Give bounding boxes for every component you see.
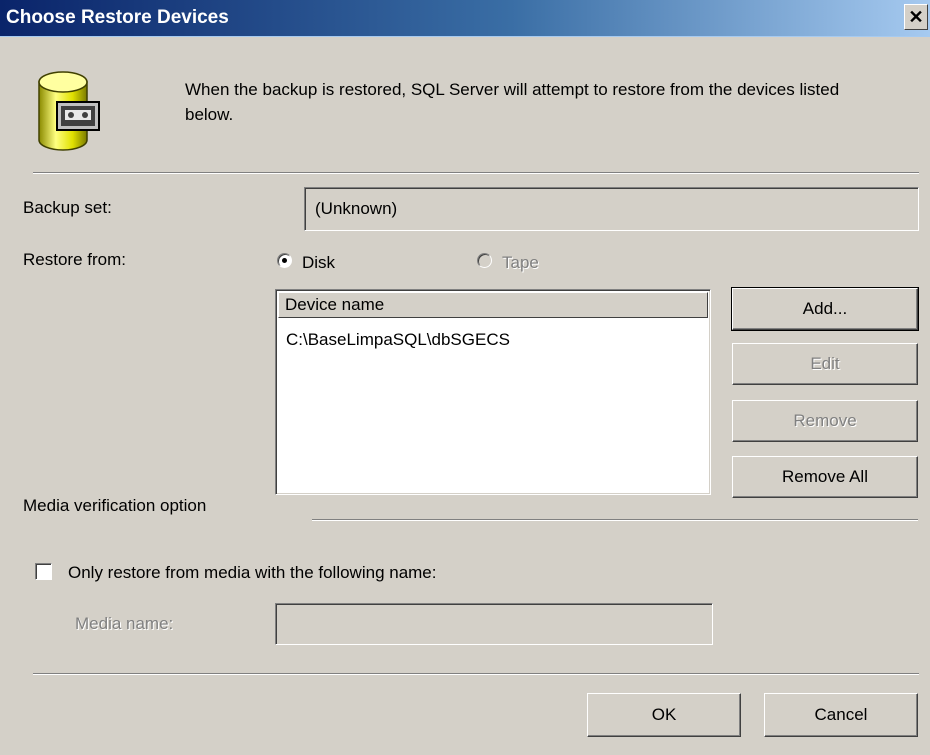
close-icon: ✕: [908, 7, 924, 27]
media-verification-separator: [312, 519, 918, 521]
remove-all-button[interactable]: Remove All: [732, 456, 918, 498]
database-tape-icon: [38, 71, 100, 151]
tape-radio-label: Tape: [502, 253, 539, 272]
cancel-button[interactable]: Cancel: [764, 693, 918, 737]
only-restore-checkbox[interactable]: [35, 563, 52, 580]
media-verification-label: Media verification option: [23, 496, 207, 515]
ok-button[interactable]: OK: [587, 693, 741, 737]
backup-set-label: Backup set:: [23, 198, 112, 217]
device-list[interactable]: Device name C:\BaseLimpaSQL\dbSGECS: [275, 289, 711, 495]
bottom-separator: [33, 673, 919, 675]
only-restore-checkbox-label[interactable]: Only restore from media with the followi…: [68, 563, 437, 583]
restore-from-label: Restore from:: [23, 250, 126, 269]
backup-set-value: (Unknown): [315, 199, 398, 218]
media-name-input[interactable]: [275, 603, 713, 645]
device-name-column-header[interactable]: Device name: [278, 292, 708, 318]
edit-button[interactable]: Edit: [732, 343, 918, 385]
media-name-label: Media name:: [75, 614, 174, 633]
top-separator: [33, 172, 919, 174]
disk-radio[interactable]: [277, 253, 292, 268]
title-bar: Choose Restore Devices ✕: [0, 0, 930, 37]
add-button[interactable]: Add...: [731, 287, 919, 331]
window-title: Choose Restore Devices: [6, 7, 229, 28]
intro-text: When the backup is restored, SQL Server …: [185, 80, 840, 124]
tape-radio[interactable]: [477, 253, 492, 268]
disk-radio-label[interactable]: Disk: [302, 253, 335, 273]
remove-button[interactable]: Remove: [732, 400, 918, 442]
backup-set-field: (Unknown): [304, 187, 919, 231]
close-button[interactable]: ✕: [904, 4, 928, 30]
list-item[interactable]: C:\BaseLimpaSQL\dbSGECS: [286, 330, 510, 350]
